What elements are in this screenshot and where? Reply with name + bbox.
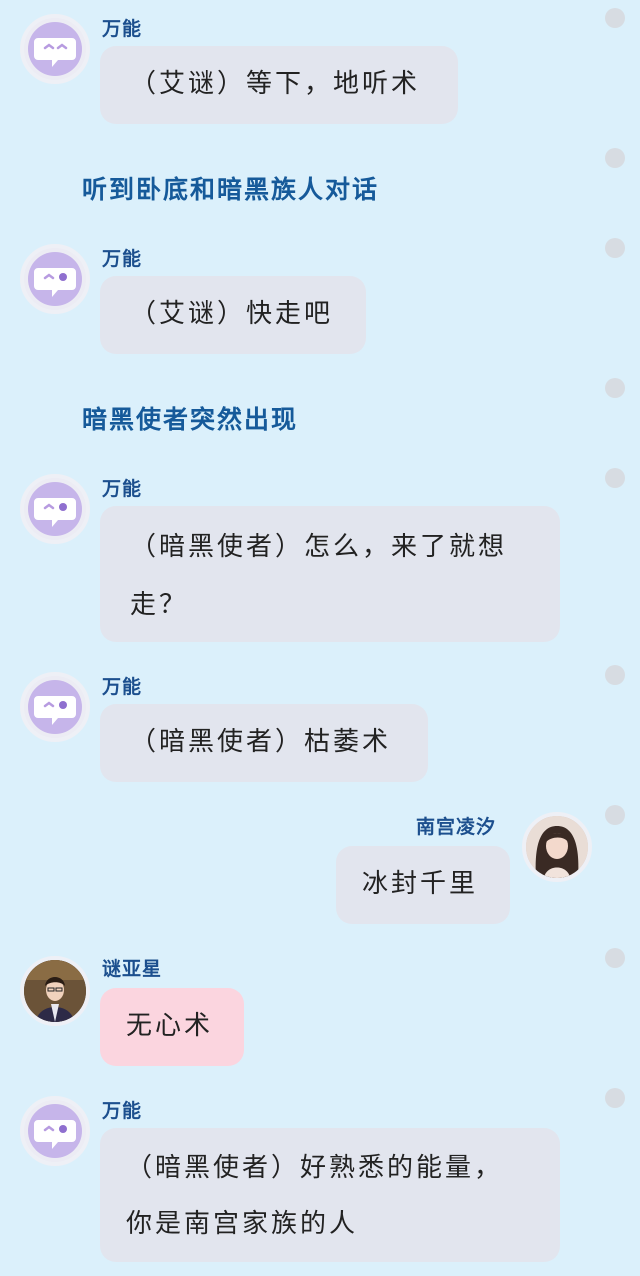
sender-name: 万能 xyxy=(102,676,143,698)
options-dot-icon[interactable] xyxy=(605,665,625,685)
message-text-line: （暗黑使者）怎么，来了就想 xyxy=(130,532,508,562)
sender-name: 万能 xyxy=(102,18,143,40)
bot-avatar[interactable] xyxy=(20,244,90,314)
options-dot-icon[interactable] xyxy=(605,948,625,968)
bot-avatar[interactable] xyxy=(20,672,90,742)
message-text-line: 你是南宫家族的人 xyxy=(126,1209,359,1239)
sender-name: 谜亚星 xyxy=(102,958,163,980)
message-bubble[interactable]: （艾谜）等下，地听术 xyxy=(100,46,458,124)
message-bubble[interactable]: （暗黑使者）枯萎术 xyxy=(100,704,428,782)
bot-avatar[interactable] xyxy=(20,14,90,84)
sender-name: 南宫凌汐 xyxy=(416,816,497,838)
portrait-icon xyxy=(526,816,588,878)
bot-avatar[interactable] xyxy=(20,474,90,544)
message-bubble[interactable]: （暗黑使者）怎么，来了就想 走？ xyxy=(100,506,560,642)
chat-bubble-face-icon xyxy=(28,680,82,734)
message-text-line: （暗黑使者）好熟悉的能量， xyxy=(126,1153,504,1183)
sender-name: 万能 xyxy=(102,1100,143,1122)
message-bubble[interactable]: 冰封千里 xyxy=(336,846,510,924)
message-bubble[interactable]: 无心术 xyxy=(100,988,244,1066)
message-text: （艾谜）等下，地听术 xyxy=(130,69,421,99)
message-text: 无心术 xyxy=(126,1011,214,1041)
message-text: 冰封千里 xyxy=(362,869,479,899)
options-dot-icon[interactable] xyxy=(605,238,625,258)
options-dot-icon[interactable] xyxy=(605,1088,625,1108)
message-bubble[interactable]: （暗黑使者）好熟悉的能量， 你是南宫家族的人 xyxy=(100,1128,560,1262)
user-avatar[interactable] xyxy=(20,956,90,1026)
chat-bubble-face-icon xyxy=(28,1104,82,1158)
bot-avatar[interactable] xyxy=(20,1096,90,1166)
options-dot-icon[interactable] xyxy=(605,148,625,168)
chat-bubble-face-icon xyxy=(28,482,82,536)
chat-bubble-face-icon xyxy=(28,22,82,76)
sender-name: 万能 xyxy=(102,478,143,500)
message-text: （艾谜）快走吧 xyxy=(130,299,334,329)
message-text: （暗黑使者）枯萎术 xyxy=(130,727,392,757)
sender-name: 万能 xyxy=(102,248,143,270)
narration-text: 暗黑使者突然出现 xyxy=(82,405,299,434)
options-dot-icon[interactable] xyxy=(605,378,625,398)
message-text-line: 走？ xyxy=(130,590,189,620)
options-dot-icon[interactable] xyxy=(605,805,625,825)
message-bubble[interactable]: （艾谜）快走吧 xyxy=(100,276,366,354)
options-dot-icon[interactable] xyxy=(605,468,625,488)
portrait-icon xyxy=(24,960,86,1022)
chat-bubble-face-icon xyxy=(28,252,82,306)
user-avatar[interactable] xyxy=(522,812,592,882)
narration-text: 听到卧底和暗黑族人对话 xyxy=(82,175,380,204)
options-dot-icon[interactable] xyxy=(605,8,625,28)
